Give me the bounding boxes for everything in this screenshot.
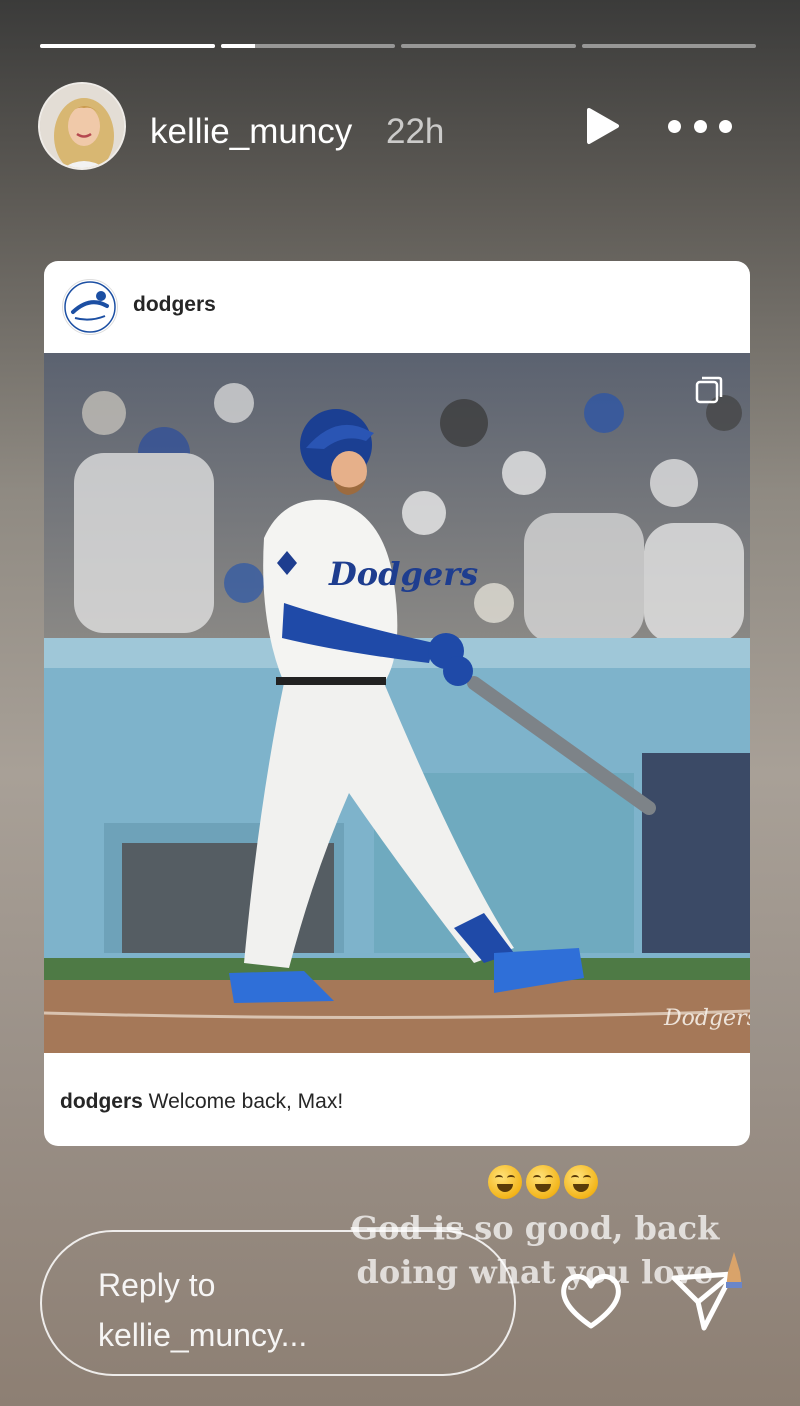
shared-post-header: dodgers	[44, 261, 750, 351]
story-username[interactable]: kellie_muncy	[150, 112, 352, 152]
reply-placeholder-line1: Reply to	[98, 1267, 216, 1303]
laughing-emoji	[564, 1165, 598, 1199]
overlay-text-line1: so good, back	[463, 1209, 720, 1247]
carousel-icon	[695, 376, 723, 404]
caption-username[interactable]: dodgers	[60, 1090, 143, 1113]
laughing-emoji	[526, 1165, 560, 1199]
caption-text: Welcome back, Max!	[142, 1090, 344, 1113]
emoji-row	[488, 1165, 598, 1205]
avatar[interactable]	[38, 82, 126, 170]
story-progress-bar	[40, 44, 756, 49]
story-timestamp: 22h	[386, 112, 445, 151]
svg-text:Dodgers: Dodgers	[328, 555, 478, 593]
post-photo: Dodgers Dodgers	[44, 353, 750, 1053]
shared-post-card[interactable]: dodgers Dodgers Dodgers dodgers Welcome …	[44, 261, 750, 1146]
progress-segment	[401, 44, 576, 48]
story-header: kellie_muncy 22h	[38, 82, 762, 172]
shared-post-username[interactable]: dodgers	[133, 293, 216, 317]
reply-input[interactable]: Reply to kellie_muncy...	[40, 1230, 516, 1376]
progress-segment	[40, 44, 215, 48]
post-caption: dodgers Welcome back, Max!	[60, 1090, 343, 1114]
dodgers-logo	[62, 279, 118, 335]
progress-segment	[581, 44, 756, 48]
reply-placeholder-line2: kellie_muncy...	[98, 1317, 308, 1353]
play-icon[interactable]	[585, 106, 621, 146]
laughing-emoji	[488, 1165, 522, 1199]
heart-icon[interactable]	[558, 1270, 624, 1332]
svg-text:Dodgers: Dodgers	[663, 1006, 750, 1031]
progress-segment	[220, 44, 395, 48]
more-options-icon[interactable]	[668, 114, 732, 138]
praying-hands-emoji	[726, 1252, 742, 1288]
